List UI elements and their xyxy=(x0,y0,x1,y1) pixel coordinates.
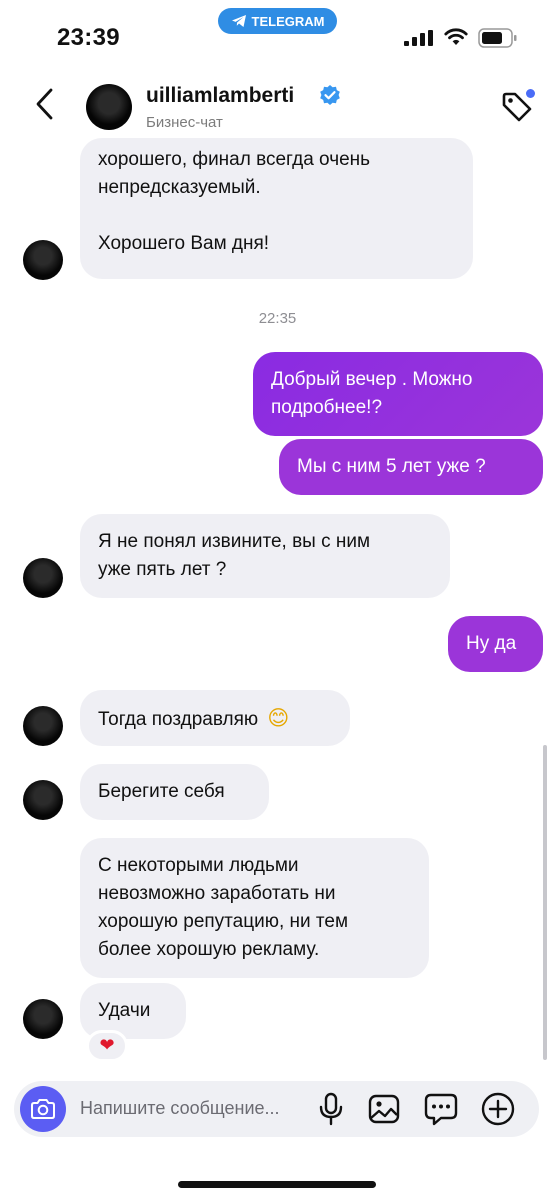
message-bubble-incoming[interactable]: Тогда поздравляю 😊 xyxy=(80,690,350,746)
back-icon[interactable] xyxy=(32,86,56,122)
contact-subtitle: Бизнес-чат xyxy=(146,114,223,131)
signal-icon xyxy=(404,30,433,46)
message-bubble-incoming[interactable]: Берегите себя xyxy=(80,764,269,820)
message-bubble-outgoing[interactable]: Мы с ним 5 лет уже ? xyxy=(279,439,543,495)
scrollbar[interactable] xyxy=(543,745,547,1060)
status-time: 23:39 xyxy=(57,24,120,51)
sender-avatar[interactable] xyxy=(23,780,63,820)
sender-avatar[interactable] xyxy=(23,558,63,598)
message-text: Берегите себя xyxy=(98,781,225,802)
telegram-icon xyxy=(231,15,246,27)
message-line: хорошего, финал всегда очень xyxy=(98,149,371,170)
verified-icon xyxy=(320,85,340,105)
sender-avatar[interactable] xyxy=(23,706,63,746)
plus-icon[interactable] xyxy=(480,1091,516,1127)
camera-button[interactable] xyxy=(20,1086,66,1132)
contact-name[interactable]: uilliamlamberti xyxy=(146,84,294,108)
notification-dot xyxy=(526,89,535,98)
message-line: хорошую репутацию, ни тем xyxy=(98,911,349,932)
header-avatar[interactable] xyxy=(86,84,132,130)
message-bubble-incoming[interactable]: хорошего, финал всегда очень непредсказу… xyxy=(80,138,473,279)
sender-avatar[interactable] xyxy=(23,999,63,1039)
message-text: Тогда поздравляю xyxy=(98,709,259,730)
message-input[interactable]: Напишите сообщение... xyxy=(80,1098,280,1119)
battery-icon xyxy=(478,28,517,48)
message-text: Ну да xyxy=(466,633,517,654)
return-to-telegram-pill[interactable]: TELEGRAM xyxy=(218,8,337,34)
message-line: более хорошую рекламу. xyxy=(98,939,320,960)
message-line: Я не понял извините, вы с ним xyxy=(98,531,371,552)
message-text: Удачи xyxy=(98,1000,151,1021)
message-line: невозможно заработать ни xyxy=(98,883,336,904)
heart-icon: ❤ xyxy=(99,1035,115,1056)
message-line: Хорошего Вам дня! xyxy=(98,233,270,254)
home-indicator[interactable] xyxy=(178,1181,376,1188)
message-bubble-outgoing[interactable]: Ну да xyxy=(448,616,543,672)
sticker-icon[interactable] xyxy=(423,1091,459,1127)
message-timestamp: 22:35 xyxy=(258,310,297,327)
message-bubble-outgoing[interactable]: Добрый вечер . Можно подробнее!? xyxy=(253,352,543,436)
message-bubble-incoming[interactable]: Я не понял извините, вы с ним уже пять л… xyxy=(80,514,450,598)
mic-icon[interactable] xyxy=(317,1091,345,1127)
message-line: уже пять лет ? xyxy=(98,559,227,580)
message-line: непредсказуемый. xyxy=(98,177,261,198)
message-line: Добрый вечер . Можно xyxy=(271,369,473,390)
message-line: С некоторыми людьми xyxy=(98,855,299,876)
reaction-badge[interactable]: ❤ xyxy=(86,1030,128,1062)
message-bubble-incoming[interactable]: С некоторыми людьми невозможно заработат… xyxy=(80,838,429,978)
camera-icon xyxy=(31,1099,55,1119)
wifi-icon xyxy=(444,28,468,45)
app-pill-label: TELEGRAM xyxy=(251,13,325,29)
smiling-emoji: 😊 xyxy=(267,706,290,730)
message-text: Мы с ним 5 лет уже ? xyxy=(297,456,486,477)
gallery-icon[interactable] xyxy=(367,1091,401,1127)
message-line: подробнее!? xyxy=(271,397,383,418)
sender-avatar[interactable] xyxy=(23,240,63,280)
